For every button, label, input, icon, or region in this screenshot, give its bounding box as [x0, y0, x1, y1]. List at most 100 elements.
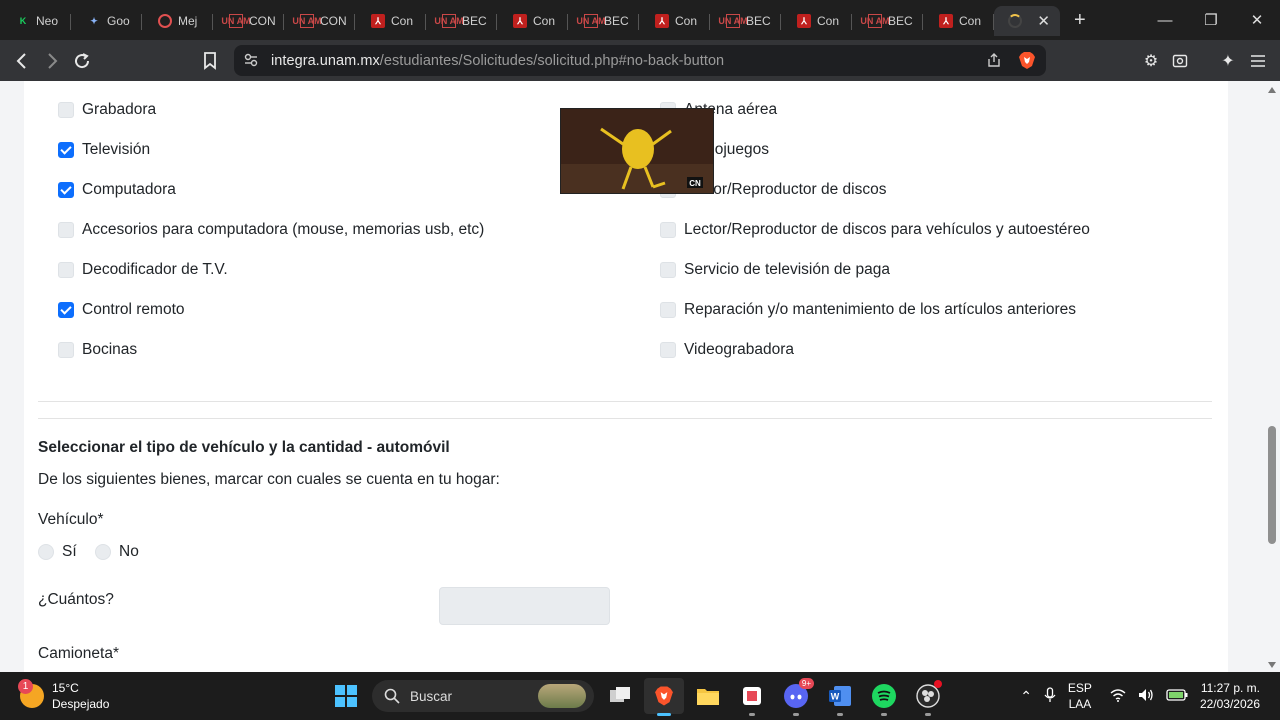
browser-tab[interactable]: UN AM BEC	[426, 6, 497, 36]
checkbox-unchecked[interactable]	[660, 262, 676, 278]
checkbox-label: Lector/Reproductor de discos	[684, 181, 887, 198]
language-indicator[interactable]: ESP LAA	[1068, 680, 1092, 712]
browser-tab[interactable]: ⅄ Con	[497, 6, 568, 36]
checkbox-checked[interactable]	[58, 142, 74, 158]
forward-icon[interactable]	[37, 46, 67, 76]
radio-no-label: No	[119, 543, 139, 560]
vehicle-label: Vehículo*	[38, 511, 104, 528]
extensions-icon[interactable]: ⚙	[1136, 46, 1166, 76]
checkbox-unchecked[interactable]	[660, 222, 676, 238]
minimize-icon[interactable]: —	[1142, 0, 1188, 40]
scrollbar[interactable]	[1264, 81, 1280, 672]
scroll-up-icon[interactable]	[1268, 87, 1276, 93]
brave-shields-icon[interactable]	[1018, 51, 1036, 70]
checkbox-item[interactable]: Accesorios para computadora (mouse, memo…	[58, 221, 484, 239]
menu-icon[interactable]	[1243, 46, 1273, 76]
leo-ai-icon[interactable]: ✦	[1213, 46, 1243, 76]
checkbox-item[interactable]: Grabadora	[58, 101, 156, 119]
checkbox-item[interactable]: Bocinas	[58, 341, 137, 359]
checkbox-item[interactable]: Servicio de televisión de paga	[660, 261, 890, 279]
close-tab-icon[interactable]: ✕	[1037, 12, 1050, 30]
obs-icon[interactable]	[908, 678, 948, 716]
checkbox-checked[interactable]	[58, 302, 74, 318]
checkbox-item[interactable]: Computadora	[58, 181, 176, 199]
start-icon[interactable]	[326, 678, 366, 714]
checkbox-label: Servicio de televisión de paga	[684, 261, 890, 278]
checkbox-unchecked[interactable]	[58, 222, 74, 238]
new-tab-icon[interactable]: +	[1074, 9, 1086, 32]
battery-icon[interactable]	[1166, 688, 1188, 705]
checkbox-item[interactable]: Decodificador de T.V.	[58, 261, 228, 279]
back-icon[interactable]	[7, 46, 37, 76]
video-overlay[interactable]: CN	[560, 108, 714, 194]
wifi-icon[interactable]	[1110, 688, 1126, 705]
reload-icon[interactable]	[67, 46, 97, 76]
unam-icon: UN AM	[718, 14, 748, 28]
checkbox-item[interactable]: Reparación y/o mantenimiento de los artí…	[660, 301, 1076, 319]
browser-tab[interactable]: K Neo	[0, 6, 71, 36]
checkbox-unchecked[interactable]	[58, 342, 74, 358]
browser-tab[interactable]: UN AM CON	[284, 6, 355, 36]
time: 11:27 p. m.	[1200, 681, 1260, 695]
tab-label: CON	[249, 14, 276, 28]
browser-tab[interactable]: Mej	[142, 6, 213, 36]
scroll-thumb[interactable]	[1268, 426, 1276, 544]
radio-no[interactable]: No	[95, 543, 139, 561]
clock[interactable]: 11:27 p. m. 22/03/2026	[1200, 680, 1260, 712]
microphone-icon[interactable]	[1044, 686, 1056, 706]
browser-tab[interactable]: UN AM BEC	[852, 6, 923, 36]
discord-badge: 9+	[798, 678, 814, 689]
word-icon[interactable]: W	[820, 678, 860, 716]
active-tab[interactable]: ✕	[994, 6, 1060, 36]
address-bar[interactable]: integra.unam.mx/estudiantes/Solicitudes/…	[234, 45, 1046, 76]
radio-button[interactable]	[38, 544, 54, 560]
bookmark-icon[interactable]	[195, 46, 225, 76]
checkbox-item[interactable]: Lector/Reproductor de discos para vehícu…	[660, 221, 1090, 239]
volume-icon[interactable]	[1138, 688, 1154, 705]
browser-tab[interactable]: ⅄ Con	[781, 6, 852, 36]
spotify-icon[interactable]	[864, 678, 904, 716]
weather-desc: Despejado	[52, 697, 110, 711]
browser-tab[interactable]: UN AM BEC	[710, 6, 781, 36]
site-settings-icon[interactable]	[244, 53, 258, 67]
share-icon[interactable]	[986, 52, 1002, 68]
brave-taskbar-icon[interactable]	[644, 678, 684, 716]
quantity-label: ¿Cuántos?	[38, 591, 114, 608]
checkbox-unchecked[interactable]	[660, 342, 676, 358]
checkbox-item[interactable]: Videograbadora	[660, 341, 794, 359]
divider	[38, 401, 1212, 402]
scroll-down-icon[interactable]	[1268, 662, 1276, 668]
radio-yes-label: Sí	[62, 543, 77, 560]
checkbox-checked[interactable]	[58, 182, 74, 198]
checkbox-label: Control remoto	[82, 301, 185, 318]
browser-tab[interactable]: ⅄ Con	[923, 6, 994, 36]
restore-icon[interactable]: ❐	[1188, 0, 1234, 40]
taskbar-search[interactable]: Buscar	[372, 680, 594, 712]
browser-tab[interactable]: ✦ Goo	[71, 6, 142, 36]
task-view-icon[interactable]	[600, 678, 640, 714]
file-explorer-icon[interactable]	[688, 678, 728, 714]
checkbox-unchecked[interactable]	[660, 302, 676, 318]
radio-button[interactable]	[95, 544, 111, 560]
checkbox-label: Reparación y/o mantenimiento de los artí…	[684, 301, 1077, 318]
browser-tab[interactable]: UN AM BEC	[568, 6, 639, 36]
tab-label: Goo	[107, 14, 130, 28]
checkbox-item[interactable]: Televisión	[58, 141, 150, 159]
snipping-tool-icon[interactable]	[732, 678, 772, 716]
close-window-icon[interactable]: ✕	[1234, 0, 1280, 40]
checkbox-unchecked[interactable]	[58, 262, 74, 278]
browser-tab[interactable]: UN AM CON	[213, 6, 284, 36]
reading-list-icon[interactable]	[1165, 46, 1195, 76]
checkbox-item[interactable]: Control remoto	[58, 301, 185, 319]
browser-tab[interactable]: ⅄ Con	[639, 6, 710, 36]
discord-icon[interactable]: 9+	[776, 678, 816, 716]
quantity-input[interactable]	[439, 587, 610, 625]
checkbox-label: Videograbadora	[684, 341, 795, 358]
weather-badge: 1	[18, 679, 33, 694]
checkbox-unchecked[interactable]	[58, 102, 74, 118]
weather-widget[interactable]: 1 15°C Despejado	[18, 679, 110, 712]
browser-tab[interactable]: ⅄ Con	[355, 6, 426, 36]
radio-yes[interactable]: Sí	[38, 543, 77, 561]
checkbox-label: Decodificador de T.V.	[82, 261, 228, 278]
chevron-up-icon[interactable]: ⌃	[1020, 688, 1032, 705]
